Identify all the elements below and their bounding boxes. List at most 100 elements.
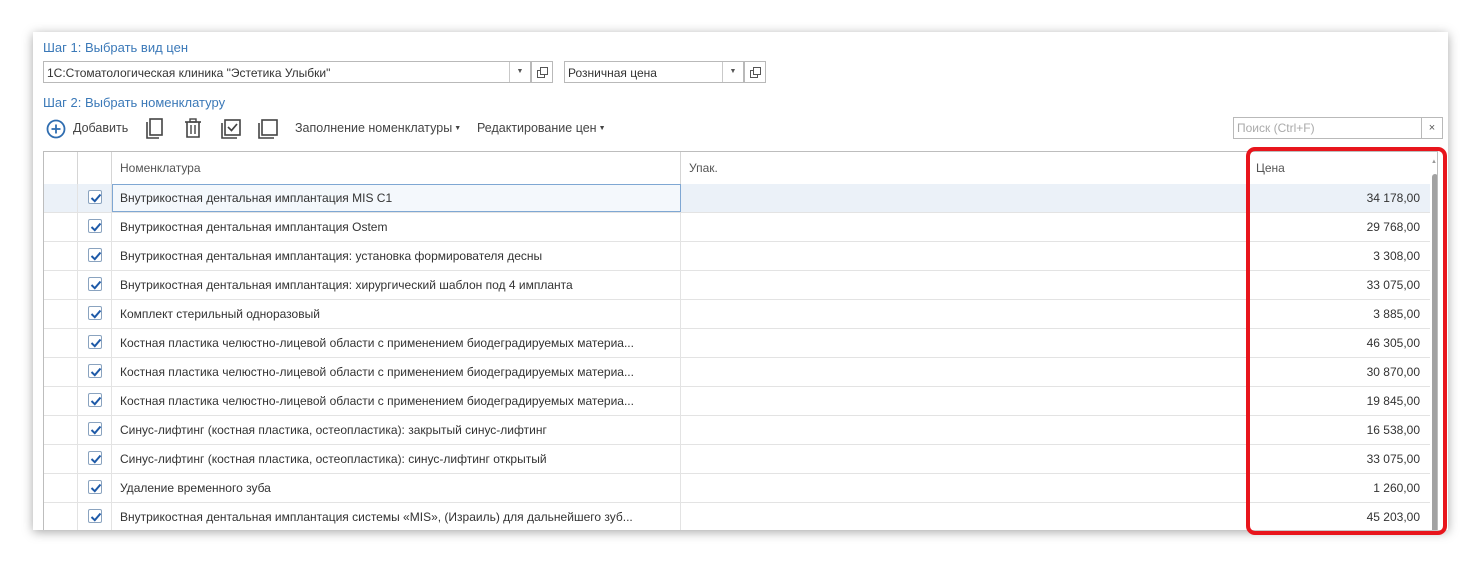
package-cell[interactable] xyxy=(681,329,1248,357)
search-clear-button[interactable]: × xyxy=(1421,117,1443,139)
nomenclature-cell[interactable]: Синус-лифтинг (костная пластика, остеопл… xyxy=(112,416,681,444)
row-checkbox[interactable] xyxy=(88,306,102,320)
nomenclature-cell[interactable]: Внутрикостная дентальная имплантация Ost… xyxy=(112,213,681,241)
price-cell[interactable]: 33 075,00 xyxy=(1248,271,1430,299)
row-checkbox[interactable] xyxy=(88,422,102,436)
row-number-cell[interactable] xyxy=(44,387,78,415)
package-cell[interactable] xyxy=(681,387,1248,415)
row-checkbox[interactable] xyxy=(88,190,102,204)
price-cell[interactable]: 29 768,00 xyxy=(1248,213,1430,241)
table-row[interactable]: Синус-лифтинг (костная пластика, остеопл… xyxy=(44,445,1430,474)
nomenclature-cell[interactable]: Внутрикостная дентальная имплантация: ус… xyxy=(112,242,681,270)
row-number-cell[interactable] xyxy=(44,474,78,502)
nomenclature-cell[interactable]: Внутрикостная дентальная имплантация: хи… xyxy=(112,271,681,299)
table-row[interactable]: Внутрикостная дентальная имплантация: хи… xyxy=(44,271,1430,300)
check-all-button[interactable] xyxy=(220,118,244,140)
price-cell[interactable]: 1 260,00 xyxy=(1248,474,1430,502)
mark-cell[interactable] xyxy=(78,271,112,299)
table-row[interactable]: Внутрикостная дентальная имплантация: ус… xyxy=(44,242,1430,271)
row-checkbox[interactable] xyxy=(88,277,102,291)
row-number-cell[interactable] xyxy=(44,271,78,299)
row-checkbox[interactable] xyxy=(88,393,102,407)
price-cell[interactable]: 34 178,00 xyxy=(1248,184,1430,212)
mark-cell[interactable] xyxy=(78,358,112,386)
row-checkbox[interactable] xyxy=(88,480,102,494)
row-number-cell[interactable] xyxy=(44,242,78,270)
price-cell[interactable]: 16 538,00 xyxy=(1248,416,1430,444)
package-cell[interactable] xyxy=(681,242,1248,270)
table-row[interactable]: Костная пластика челюстно-лицевой област… xyxy=(44,358,1430,387)
price-cell[interactable]: 3 885,00 xyxy=(1248,300,1430,328)
header-price[interactable]: Цена xyxy=(1248,152,1430,184)
row-checkbox[interactable] xyxy=(88,335,102,349)
row-number-cell[interactable] xyxy=(44,329,78,357)
nomenclature-cell[interactable]: Костная пластика челюстно-лицевой област… xyxy=(112,387,681,415)
package-cell[interactable] xyxy=(681,358,1248,386)
package-cell[interactable] xyxy=(681,503,1248,530)
mark-cell[interactable] xyxy=(78,329,112,357)
nomenclature-cell[interactable]: Удаление временного зуба xyxy=(112,474,681,502)
table-row[interactable]: Костная пластика челюстно-лицевой област… xyxy=(44,329,1430,358)
open-price-type-button[interactable] xyxy=(744,61,766,83)
table-row[interactable]: Внутрикостная дентальная имплантация сис… xyxy=(44,503,1430,530)
vertical-scrollbar[interactable]: ▲ xyxy=(1430,152,1437,530)
row-checkbox[interactable] xyxy=(88,248,102,262)
nomenclature-cell[interactable]: Костная пластика челюстно-лицевой област… xyxy=(112,358,681,386)
row-number-cell[interactable] xyxy=(44,300,78,328)
row-number-cell[interactable] xyxy=(44,445,78,473)
price-cell[interactable]: 3 308,00 xyxy=(1248,242,1430,270)
price-cell[interactable]: 19 845,00 xyxy=(1248,387,1430,415)
add-button[interactable]: Добавить xyxy=(46,118,136,140)
row-checkbox[interactable] xyxy=(88,364,102,378)
table-row[interactable]: Комплект стерильный одноразовый 3 885,00 xyxy=(44,300,1430,329)
nomenclature-cell[interactable]: Синус-лифтинг (костная пластика, остеопл… xyxy=(112,445,681,473)
header-mark[interactable] xyxy=(78,152,112,184)
package-cell[interactable] xyxy=(681,271,1248,299)
table-row[interactable]: Удаление временного зуба 1 260,00 xyxy=(44,474,1430,503)
edit-prices-menu[interactable]: Редактирование цен ▼ xyxy=(477,121,606,135)
price-type-combo[interactable]: Розничная цена ▼ xyxy=(564,61,744,83)
nomenclature-cell[interactable]: Костная пластика челюстно-лицевой област… xyxy=(112,329,681,357)
row-number-cell[interactable] xyxy=(44,416,78,444)
scroll-up-icon[interactable]: ▲ xyxy=(1431,159,1437,165)
mark-cell[interactable] xyxy=(78,184,112,212)
table-row[interactable]: Костная пластика челюстно-лицевой област… xyxy=(44,387,1430,416)
mark-cell[interactable] xyxy=(78,242,112,270)
organization-combo[interactable]: 1С:Стоматологическая клиника "Эстетика У… xyxy=(43,61,531,83)
row-checkbox[interactable] xyxy=(88,451,102,465)
fill-nomenclature-menu[interactable]: Заполнение номенклатуры ▼ xyxy=(295,121,461,135)
scrollbar-thumb[interactable] xyxy=(1432,174,1437,530)
mark-cell[interactable] xyxy=(78,416,112,444)
row-number-cell[interactable] xyxy=(44,213,78,241)
header-nomenclature[interactable]: Номенклатура xyxy=(112,152,681,184)
price-cell[interactable]: 30 870,00 xyxy=(1248,358,1430,386)
open-organization-button[interactable] xyxy=(531,61,553,83)
package-cell[interactable] xyxy=(681,445,1248,473)
mark-cell[interactable] xyxy=(78,300,112,328)
mark-cell[interactable] xyxy=(78,445,112,473)
search-field[interactable] xyxy=(1233,117,1424,139)
price-cell[interactable]: 45 203,00 xyxy=(1248,503,1430,530)
package-cell[interactable] xyxy=(681,300,1248,328)
row-number-cell[interactable] xyxy=(44,503,78,530)
package-cell[interactable] xyxy=(681,213,1248,241)
nomenclature-cell[interactable]: Комплект стерильный одноразовый xyxy=(112,300,681,328)
table-row[interactable]: Внутрикостная дентальная имплантация Ost… xyxy=(44,213,1430,242)
package-cell[interactable] xyxy=(681,184,1248,212)
mark-cell[interactable] xyxy=(78,474,112,502)
dropdown-arrow-icon[interactable]: ▼ xyxy=(722,62,743,82)
uncheck-all-button[interactable] xyxy=(257,118,281,140)
copy-button[interactable] xyxy=(145,118,167,140)
nomenclature-cell[interactable]: Внутрикостная дентальная имплантация сис… xyxy=(112,503,681,530)
row-checkbox[interactable] xyxy=(88,509,102,523)
search-input[interactable] xyxy=(1234,118,1424,138)
mark-cell[interactable] xyxy=(78,387,112,415)
row-number-cell[interactable] xyxy=(44,184,78,212)
delete-button[interactable] xyxy=(183,118,205,140)
header-package[interactable]: Упак. xyxy=(681,152,1248,184)
row-checkbox[interactable] xyxy=(88,219,102,233)
price-cell[interactable]: 33 075,00 xyxy=(1248,445,1430,473)
nomenclature-cell[interactable]: Внутрикостная дентальная имплантация MIS… xyxy=(112,184,681,212)
price-cell[interactable]: 46 305,00 xyxy=(1248,329,1430,357)
row-number-cell[interactable] xyxy=(44,358,78,386)
